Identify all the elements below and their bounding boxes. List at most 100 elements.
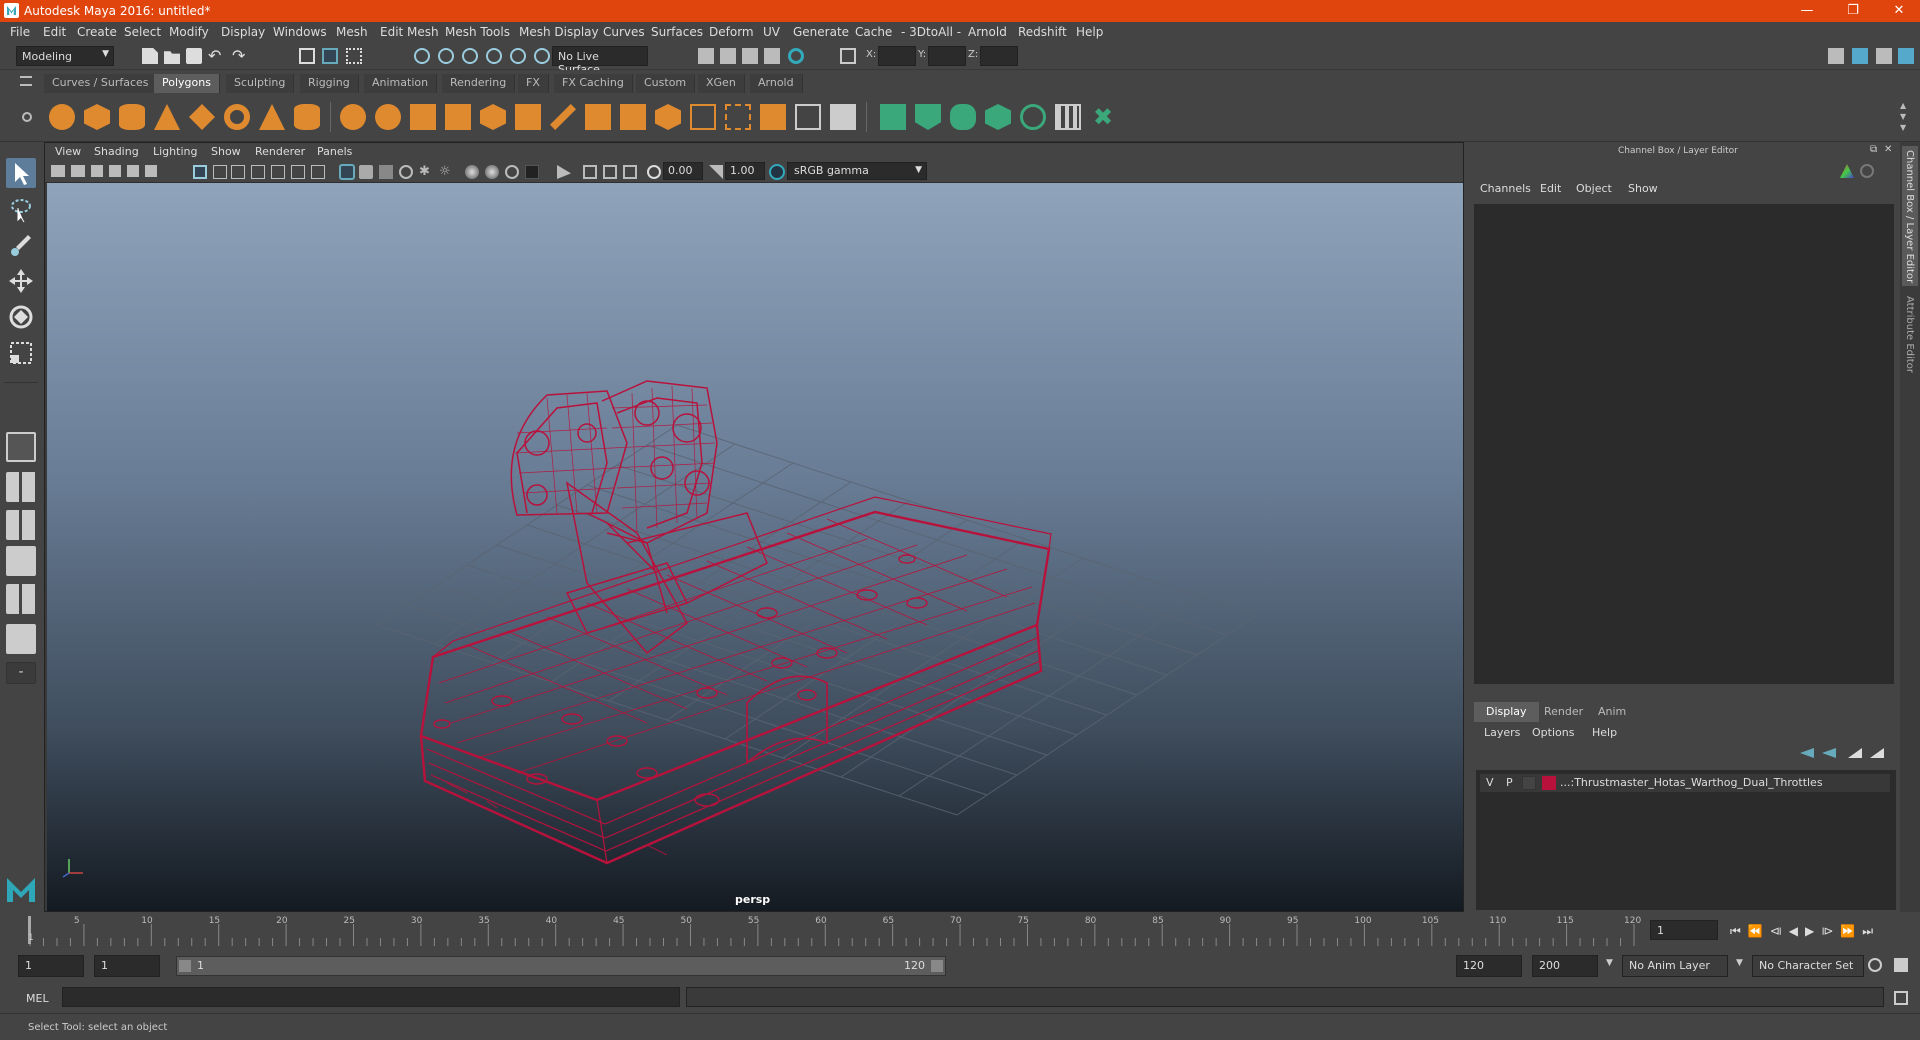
combine-icon[interactable] bbox=[340, 104, 366, 130]
smooth-shade-icon[interactable] bbox=[359, 165, 373, 179]
isolate-select-icon[interactable] bbox=[557, 165, 571, 179]
quad-draw-icon[interactable] bbox=[725, 104, 751, 130]
safe-title-icon[interactable] bbox=[311, 165, 325, 179]
auto-key-icon[interactable] bbox=[1868, 958, 1882, 972]
cb-menu-object[interactable]: Object bbox=[1576, 182, 1612, 195]
tab-rigging[interactable]: Rigging bbox=[300, 74, 359, 93]
textured-icon[interactable] bbox=[399, 165, 413, 179]
channel-box-toggle-icon[interactable] bbox=[1898, 48, 1914, 64]
tool-settings-toggle-icon[interactable] bbox=[1876, 48, 1892, 64]
new-layer-selected-icon[interactable] bbox=[1870, 748, 1884, 758]
vp-menu-view[interactable]: View bbox=[55, 145, 81, 158]
safe-action-icon[interactable] bbox=[291, 165, 305, 179]
cylindrical-map-icon[interactable] bbox=[950, 104, 976, 130]
poly-cone-icon[interactable] bbox=[154, 104, 180, 130]
tab-display[interactable]: Display bbox=[1474, 702, 1539, 722]
menu-windows[interactable]: Windows bbox=[273, 25, 327, 39]
snap-projected-icon[interactable] bbox=[486, 48, 502, 64]
command-input[interactable] bbox=[62, 987, 680, 1007]
paint-select-tool-icon[interactable] bbox=[6, 230, 36, 260]
scale-tool-icon[interactable] bbox=[6, 338, 36, 368]
menu-curves[interactable]: Curves bbox=[603, 25, 645, 39]
go-to-start-icon[interactable]: ⏮ bbox=[1730, 924, 1748, 938]
x-field[interactable] bbox=[878, 46, 916, 66]
rotate-tool-icon[interactable] bbox=[6, 302, 36, 332]
move-layer-down-icon[interactable] bbox=[1822, 748, 1836, 758]
xray-icon[interactable] bbox=[583, 165, 597, 179]
side-tab-channel-box[interactable]: Channel Box / Layer Editor bbox=[1902, 146, 1918, 286]
vp-menu-shading[interactable]: Shading bbox=[94, 145, 139, 158]
open-scene-icon[interactable] bbox=[164, 51, 180, 64]
close-button[interactable]: ✕ bbox=[1876, 0, 1920, 22]
vp-menu-show[interactable]: Show bbox=[211, 145, 241, 158]
hypershade-layout-icon[interactable] bbox=[6, 584, 36, 614]
render-view-icon[interactable] bbox=[698, 48, 714, 64]
xray-joints-icon[interactable] bbox=[623, 165, 637, 179]
step-back-icon[interactable]: ⏪ bbox=[1748, 924, 1770, 938]
script-editor-icon[interactable] bbox=[1894, 991, 1908, 1005]
menu-edit-mesh[interactable]: Edit Mesh bbox=[380, 25, 439, 39]
bevel-icon[interactable] bbox=[515, 104, 541, 130]
smooth-icon[interactable] bbox=[410, 104, 436, 130]
poly-torus-icon[interactable] bbox=[224, 104, 250, 130]
gate-mask-icon[interactable] bbox=[251, 165, 265, 179]
poly-plane-icon[interactable] bbox=[189, 104, 215, 130]
automatic-map-icon[interactable] bbox=[985, 104, 1011, 130]
persp-outliner-layout-icon[interactable] bbox=[6, 510, 36, 540]
shelf-scroll-icon[interactable]: ▲ ▼ ▼ bbox=[1900, 100, 1906, 133]
undo-icon[interactable]: ↶ bbox=[208, 48, 224, 64]
save-scene-icon[interactable] bbox=[186, 48, 202, 64]
color-space-dropdown[interactable]: sRGB gamma ▼ bbox=[787, 162, 927, 180]
grid-toggle-icon[interactable] bbox=[193, 165, 207, 179]
vp-menu-lighting[interactable]: Lighting bbox=[153, 145, 197, 158]
outliner-layout-icon[interactable] bbox=[6, 624, 36, 654]
uv-toolkit-icon[interactable]: ✖ bbox=[1090, 104, 1116, 130]
perspective-viewport[interactable]: persp bbox=[47, 183, 1463, 911]
live-surface-field[interactable]: No Live Surface bbox=[552, 46, 648, 76]
menu-edit[interactable]: Edit bbox=[43, 25, 66, 39]
target-weld-icon[interactable] bbox=[620, 104, 646, 130]
tab-arnold[interactable]: Arnold bbox=[750, 74, 803, 93]
chevron-down-icon[interactable]: ▼ bbox=[1736, 958, 1743, 968]
menu-cache[interactable]: Cache bbox=[855, 25, 892, 39]
poly-pyramid-icon[interactable] bbox=[259, 104, 285, 130]
wireframe-shading-icon[interactable] bbox=[339, 164, 355, 180]
hypershade-icon[interactable] bbox=[788, 48, 804, 64]
animation-end-field[interactable]: 200 bbox=[1532, 955, 1598, 977]
persp-graph-layout-icon[interactable] bbox=[6, 546, 36, 576]
le-menu-options[interactable]: Options bbox=[1532, 726, 1574, 739]
uv-editor-icon[interactable] bbox=[880, 104, 906, 130]
animation-start-field[interactable]: 1 bbox=[18, 955, 84, 977]
poly-cube-icon[interactable] bbox=[84, 104, 110, 130]
layer-name[interactable]: ...:Thrustmaster_Hotas_Warthog_Dual_Thro… bbox=[1560, 776, 1823, 789]
tab-fx[interactable]: FX bbox=[518, 74, 549, 93]
le-menu-help[interactable]: Help bbox=[1592, 726, 1617, 739]
menu-create[interactable]: Create bbox=[77, 25, 117, 39]
lasso-tool-icon[interactable] bbox=[6, 194, 36, 224]
exposure-field[interactable]: 0.00 bbox=[663, 162, 703, 180]
cb-menu-show[interactable]: Show bbox=[1628, 182, 1658, 195]
menu-help[interactable]: Help bbox=[1076, 25, 1103, 39]
mel-label[interactable]: MEL bbox=[26, 992, 49, 1005]
side-tab-attribute-editor[interactable]: Attribute Editor bbox=[1902, 292, 1918, 392]
le-menu-layers[interactable]: Layers bbox=[1484, 726, 1520, 739]
four-view-layout-icon[interactable] bbox=[6, 472, 36, 502]
vp-menu-renderer[interactable]: Renderer bbox=[255, 145, 305, 158]
tab-polygons[interactable]: Polygons bbox=[154, 74, 220, 93]
xray-active-components-icon[interactable] bbox=[603, 165, 617, 179]
time-slider-track[interactable]: 5 10 15 20 25 30 35 40 45 50 55 60 65 70 75 80 85 90 95 100… bbox=[28, 912, 1642, 948]
redo-icon[interactable]: ↷ bbox=[232, 48, 248, 64]
character-set-dropdown[interactable]: No Character Set bbox=[1752, 955, 1864, 977]
symmetry-icon[interactable] bbox=[830, 104, 856, 130]
range-end-handle[interactable] bbox=[931, 960, 943, 972]
multisample-aa-icon[interactable] bbox=[505, 165, 519, 179]
bookmark-icon[interactable] bbox=[91, 165, 103, 177]
close-panel-icon[interactable]: ✕ bbox=[1884, 144, 1892, 155]
camera-attributes-icon[interactable] bbox=[71, 165, 85, 177]
mirror-icon[interactable] bbox=[760, 104, 786, 130]
tab-sculpting[interactable]: Sculpting bbox=[226, 74, 295, 93]
layer-type-toggle[interactable] bbox=[1522, 776, 1536, 790]
animation-preferences-icon[interactable] bbox=[1894, 958, 1908, 972]
play-forward-icon[interactable]: ▶ bbox=[1805, 924, 1821, 938]
2d-pan-zoom-icon[interactable] bbox=[127, 165, 139, 177]
